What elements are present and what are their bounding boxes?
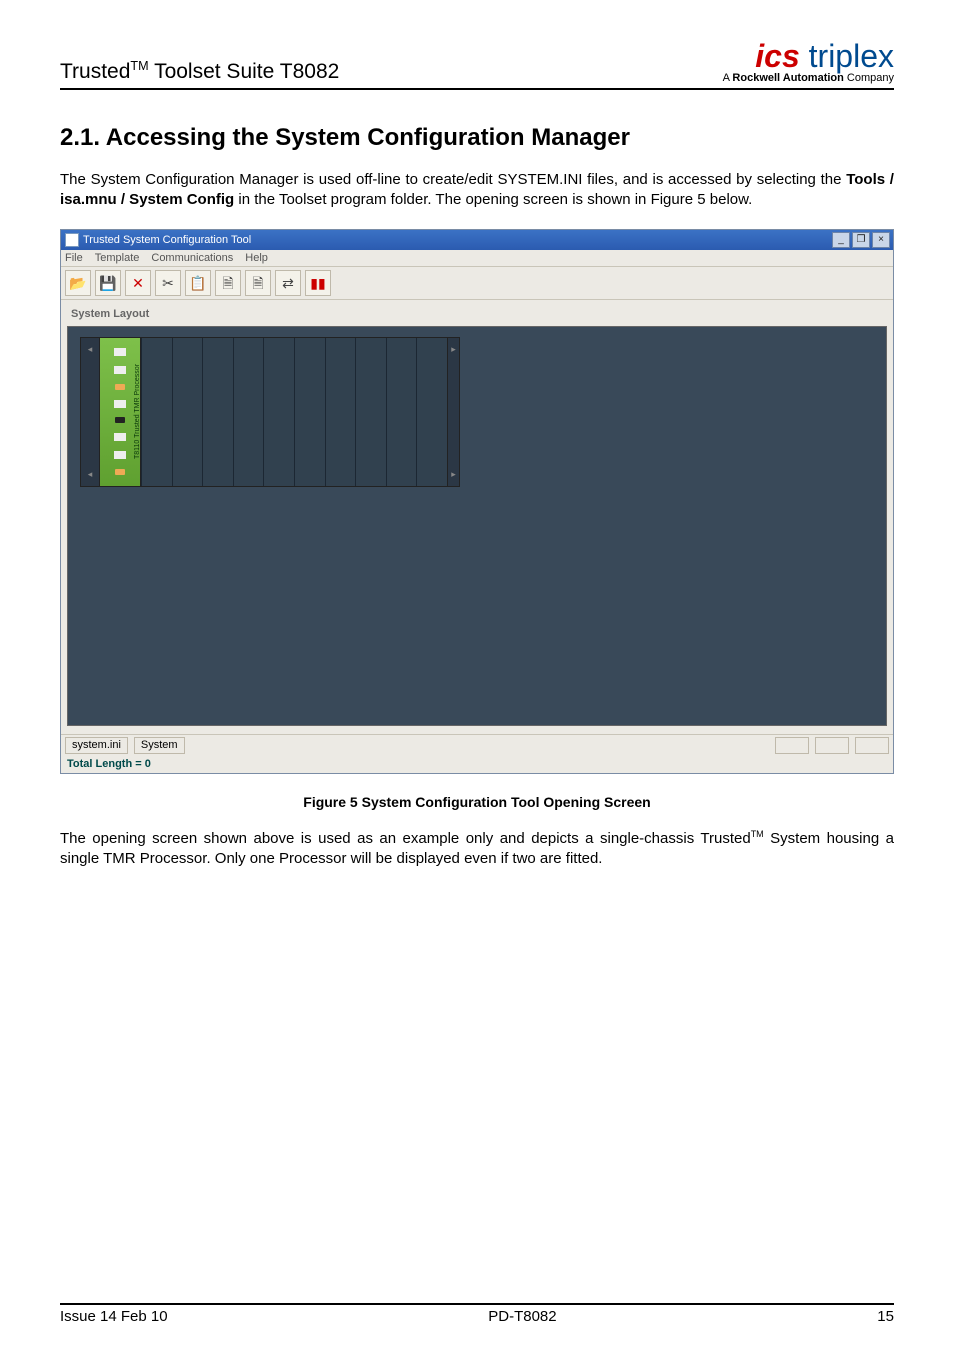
intro-paragraph: The System Configuration Manager is used… [60,170,894,211]
status-system: System [134,737,185,754]
chassis[interactable]: ◂◂ T8110 Trusted TMR Processor [80,337,460,487]
section-heading: 2.1. Accessing the System Configuration … [60,124,894,152]
slot[interactable] [355,338,386,486]
app-window: Trusted System Configuration Tool _ ❐ × … [60,229,894,774]
save-icon[interactable]: 💾 [95,270,121,296]
copy-module-icon[interactable]: 🗎 [215,270,241,296]
slot[interactable] [294,338,325,486]
window-controls: _ ❐ × [832,232,890,248]
brand-block: ics triplex A Rockwell Automation Compan… [723,40,894,84]
slot[interactable] [416,338,447,486]
empty-slots [141,338,447,486]
delete-icon[interactable]: ✕ [125,270,151,296]
minimize-button[interactable]: _ [832,232,850,248]
status-length: Total Length = 0 [61,756,893,773]
section-title-text: Accessing the System Configuration Manag… [100,124,630,151]
tm-mark: TM [751,829,764,839]
chassis-right-side: ▸▸ [447,338,459,486]
footer-issue: Issue 14 Feb 10 [60,1308,168,1325]
toolbar: 📂 💾 ✕ ✂ 📋 🗎 🗎 ⇄ ▮▮ [61,267,893,300]
maximize-button[interactable]: ❐ [852,232,870,248]
figure-caption: Figure 5 System Configuration Tool Openi… [60,794,894,810]
layout-canvas[interactable]: ◂◂ T8110 Trusted TMR Processor [67,326,887,726]
brand-tagline: A Rockwell Automation Company [723,72,894,84]
cut-icon[interactable]: ✂ [155,270,181,296]
status-pane [775,737,809,754]
menu-help[interactable]: Help [245,252,268,264]
open-icon[interactable]: 📂 [65,270,91,296]
footer-docid: PD-T8082 [488,1308,556,1325]
product-prefix: Trusted [60,60,130,83]
window-title: Trusted System Configuration Tool [83,234,251,246]
closing-paragraph: The opening screen shown above is used a… [60,828,894,870]
titlebar: Trusted System Configuration Tool _ ❐ × [61,230,893,250]
connect-icon[interactable]: ⇄ [275,270,301,296]
statusbar: system.ini System Total Length = 0 [61,734,893,773]
chassis-icon[interactable]: ▮▮ [305,270,331,296]
slot[interactable] [325,338,356,486]
tm-mark: TM [130,59,148,73]
slot[interactable] [141,338,172,486]
page-footer: Issue 14 Feb 10 PD-T8082 15 [60,1303,894,1325]
menu-file[interactable]: File [65,252,83,264]
section-number: 2.1. [60,124,100,151]
figure-5: Trusted System Configuration Tool _ ❐ × … [60,229,894,774]
layout-panel: System Layout ◂◂ T8110 Trusted TMR Proce… [61,300,893,734]
status-pane [855,737,889,754]
module-label: T8110 Trusted TMR Processor [134,363,141,458]
layout-label: System Layout [67,306,887,326]
footer-page: 15 [877,1308,894,1325]
tmr-processor-module[interactable]: T8110 Trusted TMR Processor [99,338,141,486]
app-icon [65,233,79,247]
slot[interactable] [233,338,264,486]
menu-communications[interactable]: Communications [151,252,233,264]
close-button[interactable]: × [872,232,890,248]
status-file: system.ini [65,737,128,754]
product-suffix: Toolset Suite T8082 [149,60,340,83]
brand-triplex: triplex [800,38,894,74]
menubar: File Template Communications Help [61,250,893,267]
slot[interactable] [263,338,294,486]
slot[interactable] [172,338,203,486]
paste-icon[interactable]: 📋 [185,270,211,296]
slot[interactable] [202,338,233,486]
status-pane [815,737,849,754]
brand-logo: ics triplex [723,40,894,72]
slot[interactable] [386,338,417,486]
brand-ics: ics [755,38,799,74]
chassis-left-side: ◂◂ [81,338,99,486]
doc-header-product: TrustedTM Toolset Suite T8082 [60,59,339,84]
paste-module-icon[interactable]: 🗎 [245,270,271,296]
menu-template[interactable]: Template [95,252,140,264]
